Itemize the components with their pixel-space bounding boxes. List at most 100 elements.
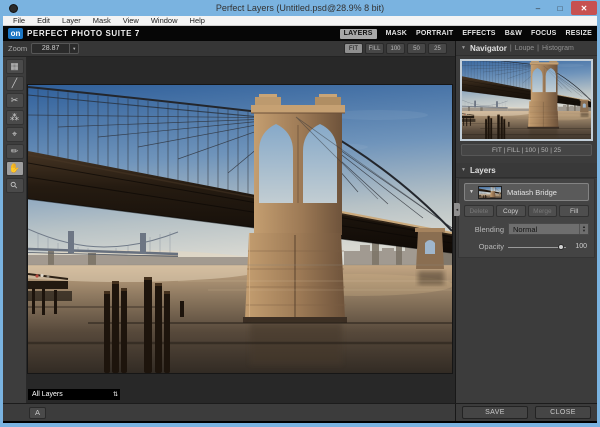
layers-collapse-icon[interactable]: ▼	[461, 167, 466, 173]
zoom-combo[interactable]: 28.87 ▼	[31, 43, 79, 54]
panel-collapse-handle[interactable]: ◄	[454, 203, 460, 216]
tab-portrait[interactable]: PORTRAIT	[416, 30, 453, 37]
menu-item-mask[interactable]: Mask	[87, 16, 117, 25]
navigator-collapse-icon[interactable]: ▼	[461, 45, 466, 51]
pan-tool[interactable]: ✋	[6, 161, 24, 176]
app-frame: File Edit Layer Mask View Window Help on…	[3, 16, 597, 423]
canvas[interactable]: All Layers ⇅	[27, 57, 455, 403]
tab-bw[interactable]: B&W	[505, 30, 522, 37]
layers-panel-body: ▼ Matiash Bridge Delete Copy Merge Fill …	[458, 178, 595, 258]
zoom-dropdown-icon[interactable]: ▼	[69, 44, 78, 53]
masking-bug-tool[interactable]: ⁂	[6, 110, 24, 125]
zoom-preset-100[interactable]: 100	[386, 43, 405, 54]
layers-filter-value: All Layers	[32, 391, 113, 398]
footer-right: SAVE CLOSE	[455, 404, 597, 421]
layer-buttons: Delete Copy Merge Fill	[464, 205, 589, 217]
spray-icon: ⁂	[10, 113, 19, 122]
layer-thumbnail	[478, 186, 502, 199]
module-tabs: LAYERS MASK PORTRAIT EFFECTS B&W FOCUS R…	[334, 29, 592, 39]
app-window: Perfect Layers (Untitled.psd@28.9% 8 bit…	[0, 0, 600, 427]
retouch-brush-tool[interactable]: ✏	[6, 144, 24, 159]
delete-layer-button[interactable]: Delete	[464, 205, 494, 217]
menu-item-file[interactable]: File	[7, 16, 31, 25]
save-button[interactable]: SAVE	[462, 406, 528, 419]
zoom-tool[interactable]: ⚲	[6, 178, 24, 193]
trim-icon: ╱	[12, 79, 17, 88]
suite-header: on PERFECT PHOTO SUITE 7 LAYERS MASK POR…	[3, 26, 597, 41]
crop-icon: ▦	[10, 62, 19, 71]
menu-item-window[interactable]: Window	[145, 16, 184, 25]
navigator-title[interactable]: Navigator	[470, 44, 507, 53]
menu-item-view[interactable]: View	[117, 16, 145, 25]
tab-focus[interactable]: FOCUS	[531, 30, 557, 37]
opacity-label: Opacity	[464, 242, 508, 251]
merge-layer-button[interactable]: Merge	[528, 205, 558, 217]
right-panel: ◄ ▼ Navigator | Loupe | Histogram FIT | …	[455, 41, 597, 403]
layer-row[interactable]: ▼ Matiash Bridge	[464, 183, 589, 201]
navigator-histogram-link[interactable]: Histogram	[542, 45, 574, 52]
menubar: File Edit Layer Mask View Window Help	[3, 16, 597, 26]
layers-panel-header: ▼ Layers	[456, 163, 597, 178]
transform-tool[interactable]: ⌖	[6, 127, 24, 142]
window-title: Perfect Layers (Untitled.psd@28.9% 8 bit…	[3, 3, 597, 13]
zoom-value: 28.87	[32, 45, 69, 52]
masking-brush-tool[interactable]: ✂	[6, 93, 24, 108]
workspace: ▦ ╱ ✂ ⁂ ⌖ ✏ ✋ ⚲	[3, 57, 455, 403]
close-button[interactable]: CLOSE	[535, 406, 591, 419]
copy-layer-button[interactable]: Copy	[496, 205, 526, 217]
hand-icon: ✋	[9, 164, 20, 173]
footer-bar: A SAVE CLOSE	[3, 403, 597, 421]
opacity-slider[interactable]	[508, 243, 566, 251]
zoom-preset-fit[interactable]: FIT	[344, 43, 363, 54]
layer-name: Matiash Bridge	[507, 188, 557, 197]
menu-item-edit[interactable]: Edit	[31, 16, 56, 25]
footer-left: A	[3, 404, 455, 421]
blending-row: Blending Normal ▲ ▼	[464, 223, 589, 235]
tab-mask[interactable]: MASK	[386, 30, 407, 37]
pencil-icon: ✏	[11, 147, 19, 156]
canvas-photo[interactable]	[28, 85, 452, 373]
navigator-zoom-row[interactable]: FIT | FILL | 100 | 50 | 25	[461, 144, 592, 156]
menu-item-help[interactable]: Help	[184, 16, 211, 25]
main-area: Zoom 28.87 ▼ FIT FILL 100 50 25	[3, 41, 597, 403]
blending-stepper[interactable]: ▲ ▼	[579, 224, 588, 234]
crop-tool[interactable]: ▦	[6, 59, 24, 74]
canvas-toolbar: Zoom 28.87 ▼ FIT FILL 100 50 25	[3, 41, 455, 57]
tab-layers[interactable]: LAYERS	[340, 29, 377, 39]
preview-mode-button[interactable]: A	[29, 407, 46, 419]
navigator-separator2: |	[537, 45, 539, 52]
opacity-knob[interactable]	[558, 244, 564, 250]
fill-layer-button[interactable]: Fill	[559, 205, 589, 217]
stepper-down-icon: ▼	[582, 229, 586, 233]
tab-resize[interactable]: RESIZE	[566, 30, 592, 37]
titlebar: Perfect Layers (Untitled.psd@28.9% 8 bit…	[3, 0, 597, 16]
bottom-strip	[3, 421, 597, 423]
layers-filter-stepper-icon: ⇅	[113, 392, 118, 398]
layers-filter-dropdown[interactable]: All Layers ⇅	[28, 389, 120, 400]
zoom-preset-25[interactable]: 25	[428, 43, 447, 54]
tab-effects[interactable]: EFFECTS	[462, 30, 495, 37]
opacity-value: 100	[571, 243, 587, 250]
canvas-column: Zoom 28.87 ▼ FIT FILL 100 50 25	[3, 41, 455, 403]
zoom-label: Zoom	[8, 44, 27, 53]
layers-panel-title: Layers	[470, 166, 496, 175]
magnifier-icon: ⚲	[9, 180, 20, 191]
blending-select[interactable]: Normal ▲ ▼	[508, 223, 589, 235]
navigator-thumbnail[interactable]	[460, 59, 593, 141]
layer-expander-icon[interactable]: ▼	[469, 189, 474, 195]
suite-name: PERFECT PHOTO SUITE 7	[27, 29, 140, 38]
zoom-preset-fill[interactable]: FILL	[365, 43, 384, 54]
zoom-preset-50[interactable]: 50	[407, 43, 426, 54]
tool-palette: ▦ ╱ ✂ ⁂ ⌖ ✏ ✋ ⚲	[3, 57, 27, 403]
trim-tool[interactable]: ╱	[6, 76, 24, 91]
menu-item-layer[interactable]: Layer	[56, 16, 87, 25]
navigator-header: ▼ Navigator | Loupe | Histogram	[456, 41, 597, 56]
blending-label: Blending	[464, 225, 508, 234]
scissors-icon: ✂	[11, 96, 19, 105]
blending-value: Normal	[513, 225, 579, 234]
navigator-separator: |	[510, 45, 512, 52]
zoom-presets: FIT FILL 100 50 25	[344, 43, 447, 54]
navigator-loupe-link[interactable]: Loupe	[515, 45, 534, 52]
target-icon: ⌖	[12, 130, 17, 139]
opacity-row: Opacity 100	[464, 242, 589, 251]
